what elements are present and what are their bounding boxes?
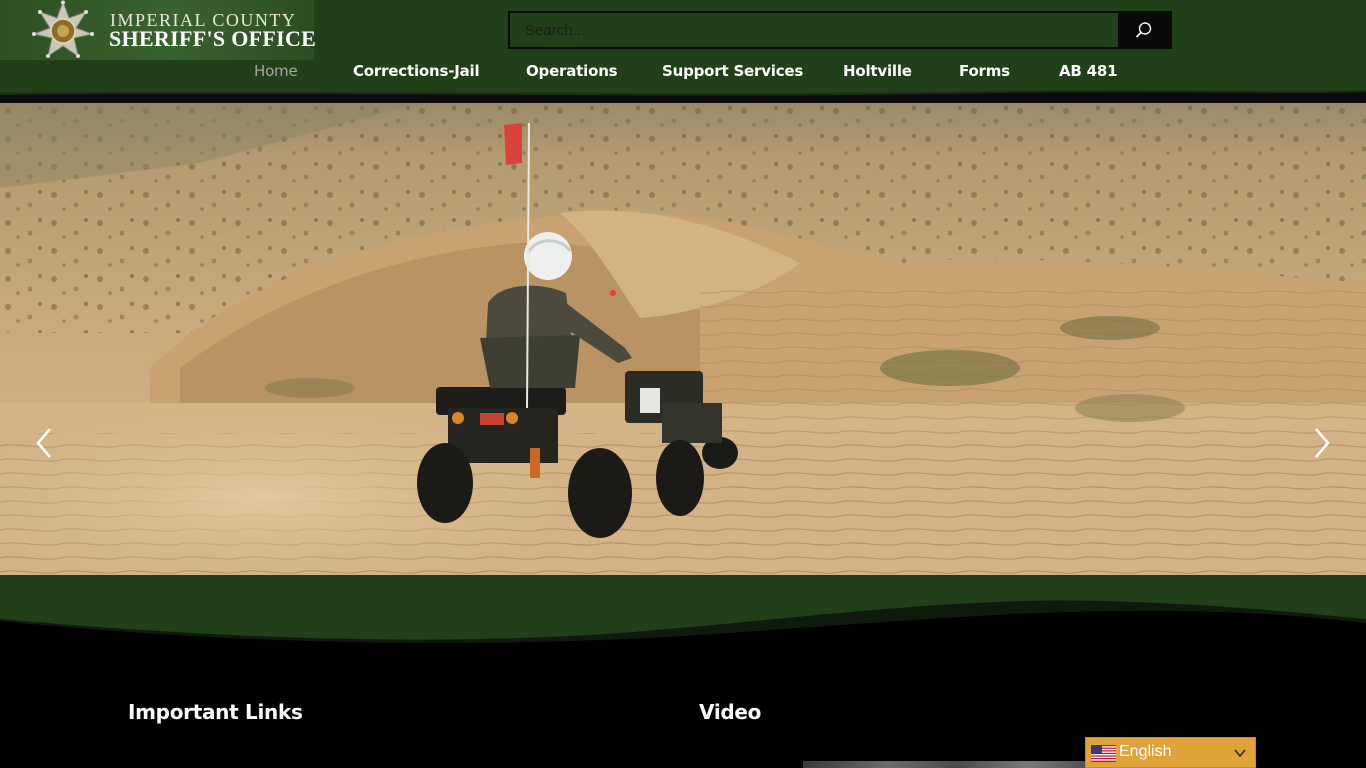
chevron-down-icon — [1234, 749, 1246, 758]
site-header: IMPERIAL COUNTY SHERIFF'S OFFICE Home Co… — [0, 0, 1366, 100]
slider-next-button[interactable] — [1308, 425, 1336, 461]
nav-forms[interactable]: Forms — [959, 62, 1010, 80]
video-player[interactable] — [803, 761, 1085, 768]
section-divider-band — [0, 575, 1366, 655]
chevron-right-icon — [1315, 428, 1330, 458]
search-input[interactable] — [510, 13, 1120, 47]
slider-prev-button[interactable] — [30, 425, 58, 461]
nav-corrections-jail[interactable]: Corrections-Jail — [353, 62, 480, 80]
chevron-left-icon — [36, 428, 51, 458]
nav-home[interactable]: Home — [254, 62, 298, 80]
language-selector[interactable]: English — [1085, 737, 1256, 768]
nav-holtville[interactable]: Holtville — [843, 62, 912, 80]
language-label: English — [1119, 743, 1172, 760]
us-flag-icon — [1091, 745, 1116, 762]
nav-support-services[interactable]: Support Services — [662, 62, 803, 80]
search-button[interactable] — [1118, 13, 1170, 47]
video-heading: Video — [699, 700, 762, 724]
nav-ab-481[interactable]: AB 481 — [1059, 62, 1118, 80]
main-navigation: Home Corrections-Jail Operations Support… — [0, 62, 1366, 86]
nav-operations[interactable]: Operations — [526, 62, 618, 80]
sheriff-star-icon — [32, 0, 94, 58]
search-icon — [1135, 22, 1152, 38]
hero-slider[interactable] — [0, 103, 1366, 575]
site-logo[interactable]: IMPERIAL COUNTY SHERIFF'S OFFICE — [0, 0, 317, 60]
logo-office-text: SHERIFF'S OFFICE — [109, 26, 317, 51]
slide-image-desert-atv — [0, 103, 1366, 575]
important-links-heading: Important Links — [128, 700, 303, 724]
search-bar — [508, 11, 1172, 49]
